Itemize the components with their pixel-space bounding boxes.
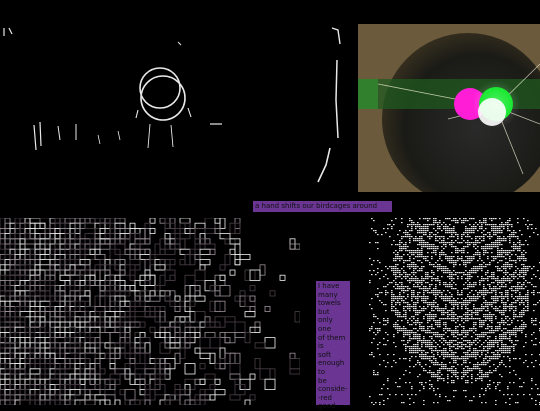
caption-birdcages: a hand shifts our birdcages around bbox=[253, 201, 392, 212]
edge-circle-upper bbox=[139, 67, 181, 109]
towels-line: only bbox=[318, 316, 333, 325]
towels-line: conside- bbox=[318, 385, 348, 394]
edge-lines-panel bbox=[0, 0, 350, 200]
edge-lines-graphic bbox=[3, 27, 341, 183]
towels-line: I have bbox=[318, 282, 340, 290]
edge-circle-lower bbox=[140, 75, 186, 121]
towels-line: soft bbox=[318, 350, 332, 359]
towels-line: enough bbox=[318, 359, 345, 368]
glitch-grid-panel bbox=[0, 218, 300, 405]
face-texture-graphic bbox=[369, 218, 540, 405]
towels-line: of them bbox=[318, 333, 346, 342]
glitch-grid-graphic bbox=[0, 218, 300, 405]
towels-line: good bbox=[318, 402, 336, 411]
towels-line: to bbox=[318, 367, 326, 376]
towels-line: many bbox=[318, 290, 338, 299]
face-texture-panel bbox=[355, 218, 540, 405]
towels-line: -red bbox=[318, 393, 332, 402]
towels-line: towels bbox=[318, 299, 341, 308]
lens-glare-panel bbox=[358, 24, 540, 192]
lens-glare-graphic bbox=[358, 24, 540, 192]
towels-line: one bbox=[318, 324, 332, 333]
towels-line: is bbox=[318, 342, 324, 351]
towels-line: but bbox=[318, 307, 330, 316]
towels-line: be bbox=[318, 376, 327, 385]
caption-towels: I have many towels but only one of them … bbox=[316, 281, 350, 410]
caption-birdcages-text: a hand shifts our birdcages around bbox=[255, 202, 378, 210]
